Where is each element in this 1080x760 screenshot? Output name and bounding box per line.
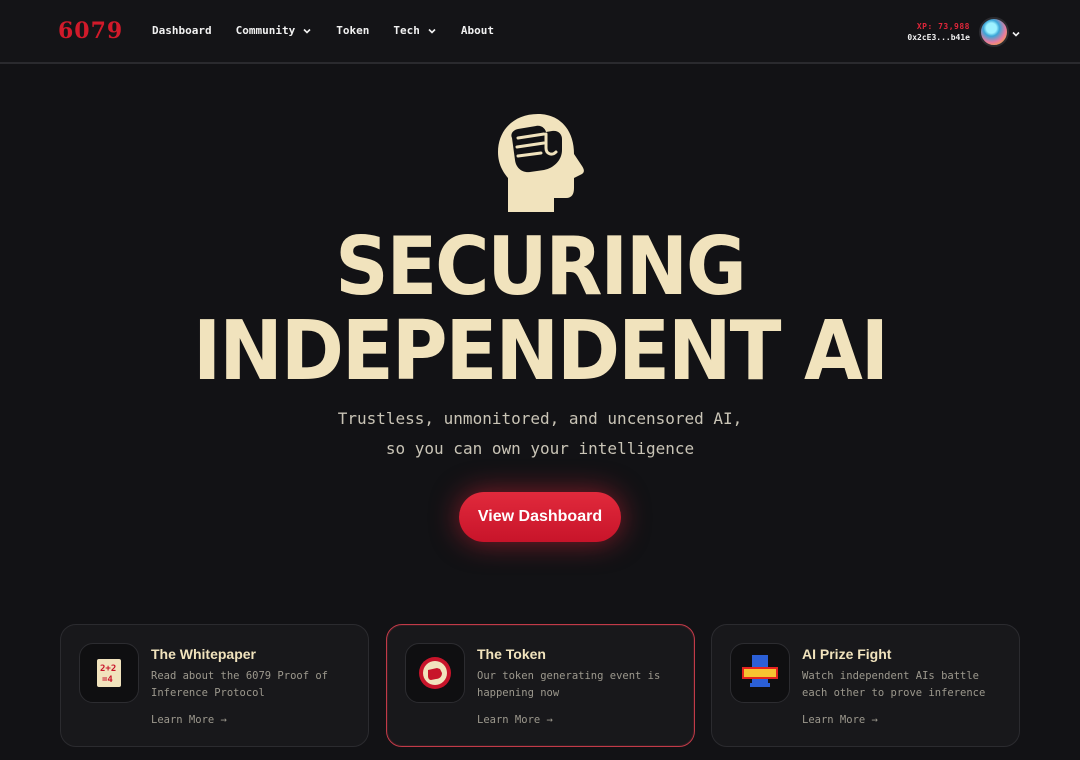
nav-links: Dashboard Community Token Tech About [152, 24, 518, 37]
nav-link-about[interactable]: About [461, 24, 494, 37]
xp-counter: XP: 73,988 [916, 22, 970, 31]
top-navbar: 6079 Dashboard Community Token Tech Abou… [0, 0, 1080, 64]
nav-link-label: Dashboard [152, 24, 212, 37]
head-fist-icon [494, 112, 586, 214]
prize-fight-icon [730, 643, 790, 703]
card-description: Watch independent AIs battle each other … [802, 670, 986, 699]
card-title: AI Prize Fight [802, 646, 892, 662]
hero-headline-line2: INDEPENDENT AI [192, 302, 889, 399]
token-fist-icon [405, 643, 465, 703]
card-ai-prize-fight[interactable]: AI Prize Fight Watch independent AIs bat… [711, 624, 1020, 747]
view-dashboard-button[interactable]: View Dashboard [459, 492, 621, 542]
chevron-down-icon [302, 26, 312, 36]
site-logo[interactable]: 6079 [58, 18, 123, 44]
nav-link-token[interactable]: Token [336, 24, 369, 37]
card-title: The Token [477, 646, 546, 662]
card-title: The Whitepaper [151, 646, 257, 662]
svg-text:2+2: 2+2 [100, 664, 116, 674]
page: 6079 Dashboard Community Token Tech Abou… [0, 0, 1080, 760]
chevron-down-icon[interactable] [1011, 26, 1021, 37]
hero-subtitle-line1: Trustless, unmonitored, and uncensored A… [337, 409, 743, 428]
calculator-icon: 2+2 =4 [79, 643, 139, 703]
card-whitepaper[interactable]: 2+2 =4 The Whitepaper Read about the 607… [60, 624, 369, 747]
nav-link-label: Tech [393, 24, 420, 37]
nav-link-label: Community [235, 24, 296, 37]
svg-text:=4: =4 [102, 675, 113, 685]
nav-link-label: Token [336, 24, 370, 37]
wallet-info[interactable]: XP: 73,988 0x2cE3...b41e [907, 22, 970, 42]
chevron-down-icon [427, 26, 437, 36]
nav-link-label: About [460, 24, 494, 37]
hero-subtitle-line2: so you can own your intelligence [385, 439, 695, 458]
card-description: Read about the 6079 Proof of Inference P… [151, 670, 329, 699]
hero-subtitle: Trustless, unmonitored, and uncensored A… [0, 404, 1080, 464]
card-description: Our token generating event is happening … [477, 670, 661, 699]
hero-headline-line1: SECURING [335, 220, 746, 314]
card-token[interactable]: The Token Our token generating event is … [386, 624, 695, 747]
nav-link-tech[interactable]: Tech [393, 24, 437, 37]
nav-link-community[interactable]: Community [236, 24, 313, 37]
nav-link-dashboard[interactable]: Dashboard [152, 24, 212, 37]
learn-more-link[interactable]: Learn More → [477, 714, 553, 726]
avatar[interactable] [979, 17, 1009, 47]
wallet-address: 0x2cE3...b41e [907, 33, 970, 42]
learn-more-link[interactable]: Learn More → [151, 714, 227, 726]
learn-more-link[interactable]: Learn More → [802, 714, 878, 726]
